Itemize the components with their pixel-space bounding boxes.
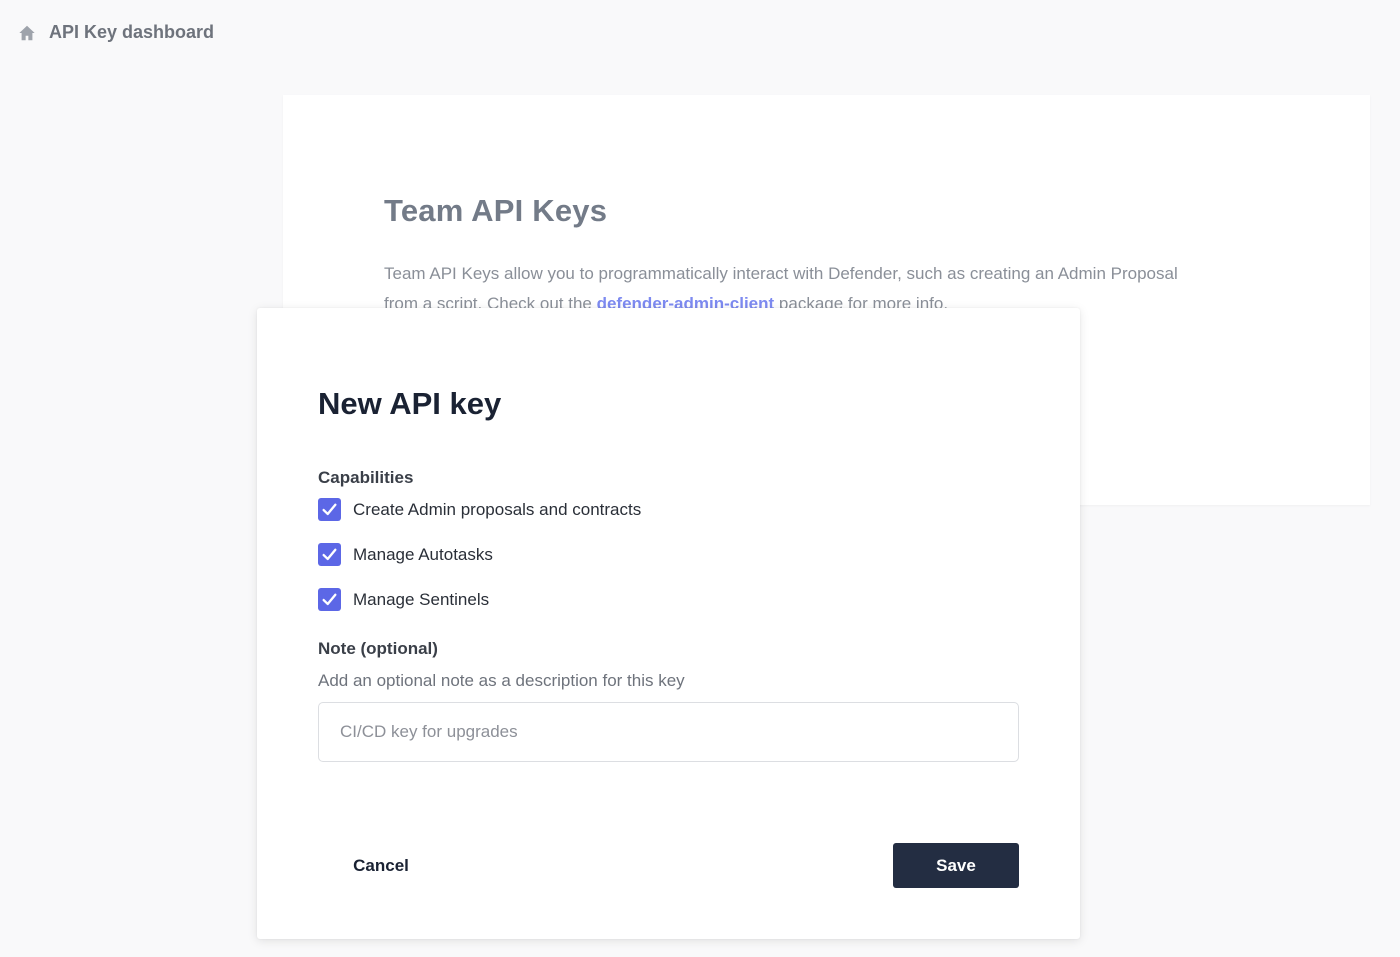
capability-label: Manage Autotasks	[353, 544, 493, 564]
breadcrumb-label[interactable]: API Key dashboard	[49, 22, 214, 43]
save-button[interactable]: Save	[893, 843, 1019, 888]
capability-manage-autotasks[interactable]: Manage Autotasks	[318, 543, 493, 566]
note-input[interactable]	[318, 702, 1019, 762]
capability-label: Create Admin proposals and contracts	[353, 499, 642, 519]
checkbox-checked-icon[interactable]	[318, 543, 341, 566]
capabilities-label: Capabilities	[318, 468, 414, 487]
modal-title: New API key	[318, 386, 502, 421]
home-icon[interactable]	[18, 24, 36, 42]
capability-manage-sentinels[interactable]: Manage Sentinels	[318, 588, 489, 611]
capability-create-admin-proposals[interactable]: Create Admin proposals and contracts	[318, 498, 641, 521]
capability-label: Manage Sentinels	[353, 589, 490, 609]
page-title: Team API Keys	[384, 193, 608, 228]
cancel-button[interactable]: Cancel	[333, 844, 429, 888]
new-api-key-modal: New API key Capabilities Create Admin pr…	[257, 308, 1080, 939]
note-help-text: Add an optional note as a description fo…	[318, 671, 685, 690]
checkbox-checked-icon[interactable]	[318, 588, 341, 611]
checkbox-checked-icon[interactable]	[318, 498, 341, 521]
note-label: Note (optional)	[318, 639, 438, 658]
breadcrumb: API Key dashboard	[18, 22, 214, 43]
